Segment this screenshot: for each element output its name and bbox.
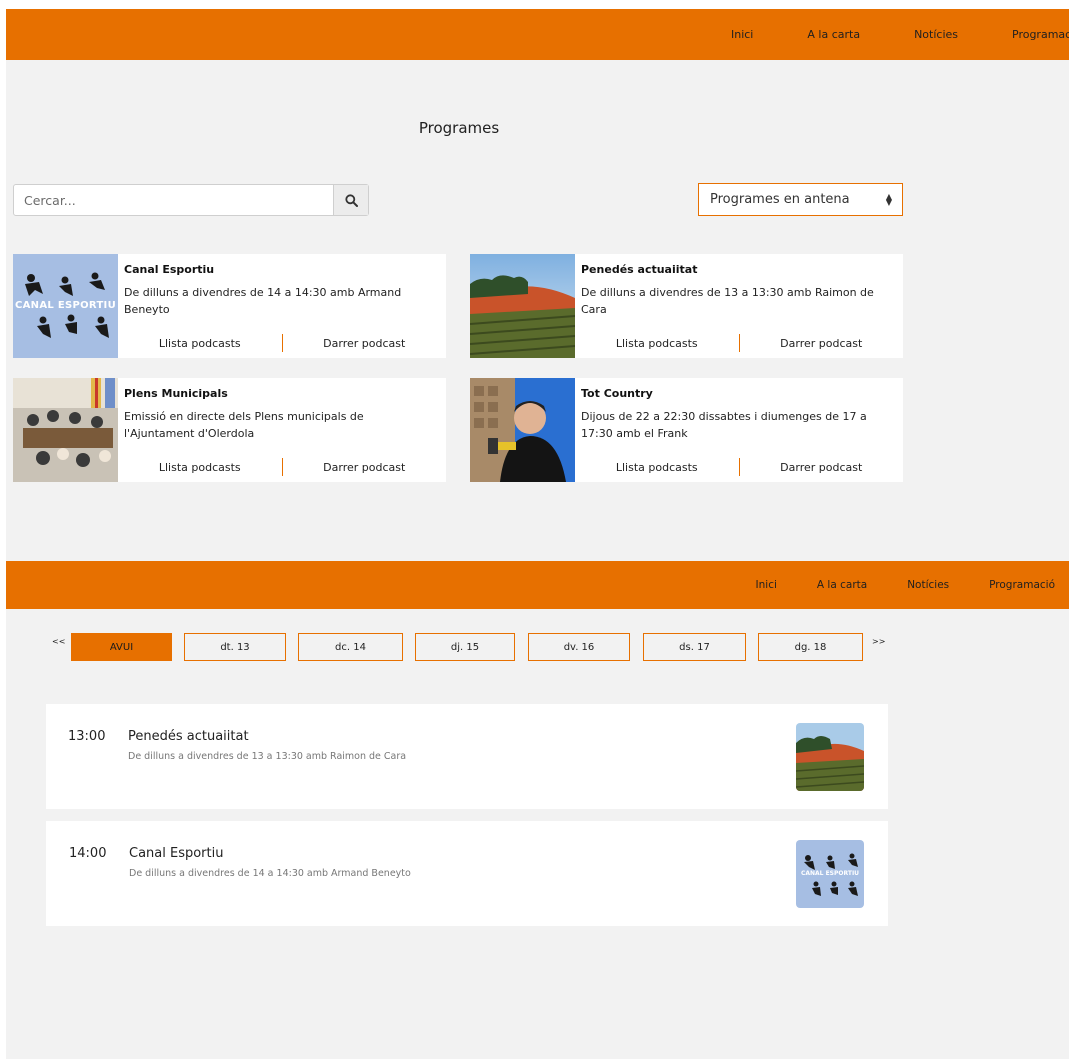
select-arrows-icon: ▲ ▼ (885, 191, 892, 207)
program-description: De dilluns a divendres de 13 a 13:30 amb… (581, 286, 874, 316)
program-card-canal-esportiu: CANAL ESPORTIU Canal Esportiu De dilluns… (13, 254, 446, 358)
day-tab-dv-16[interactable]: dv. 16 (528, 633, 630, 661)
schedule-title[interactable]: Penedés actuaiitat (128, 729, 249, 744)
prev-days-button[interactable]: << (52, 637, 65, 646)
program-title[interactable]: Plens Municipals (124, 387, 436, 400)
search-input[interactable] (14, 185, 333, 215)
nav-item-a-la-carta[interactable]: A la carta (817, 579, 867, 591)
nav-item-noticies[interactable]: Notícies (914, 28, 958, 41)
nav-item-noticies[interactable]: Notícies (907, 579, 949, 591)
day-tab-dg-18[interactable]: dg. 18 (758, 633, 863, 661)
page-title: Programes (418, 119, 500, 137)
program-card-plens-municipals: Plens Municipals Emissió en directe dels… (13, 378, 446, 482)
page: Inici A la carta Notícies Programació Pr… (6, 9, 1069, 1059)
program-title[interactable]: Canal Esportiu (124, 263, 436, 276)
program-description: Dijous de 22 a 22:30 dissabtes i diumeng… (581, 410, 867, 440)
top-nav-bar: Inici A la carta Notícies Programació (6, 9, 1069, 60)
nav-item-programacio[interactable]: Programació (989, 579, 1055, 591)
program-title[interactable]: Tot Country (581, 387, 893, 400)
schedule-thumbnail-text: CANAL ESPORTIU (800, 870, 860, 877)
program-image-text: CANAL ESPORTIU (14, 300, 117, 311)
search-button[interactable] (333, 185, 368, 215)
nav-item-inici[interactable]: Inici (756, 579, 777, 591)
latest-podcast-link[interactable]: Darrer podcast (283, 337, 447, 350)
program-image[interactable]: CANAL ESPORTIU (13, 254, 118, 358)
schedule-nav-bar: Inici A la carta Notícies Programació (6, 561, 1069, 609)
day-tab-avui[interactable]: AVUI (71, 633, 172, 661)
schedule-description: De dilluns a divendres de 13 a 13:30 amb… (128, 751, 407, 762)
nav-item-a-la-carta[interactable]: A la carta (807, 28, 860, 41)
schedule-description: De dilluns a divendres de 14 a 14:30 amb… (129, 868, 411, 879)
program-card-penedes-actualitat: Penedés actuaiitat De dilluns a divendre… (470, 254, 903, 358)
program-card-tot-country: Tot Country Dijous de 22 a 22:30 dissabt… (470, 378, 903, 482)
schedule-thumbnail[interactable] (796, 723, 864, 791)
podcast-list-link[interactable]: Llista podcasts (575, 461, 739, 474)
program-image[interactable] (470, 254, 575, 358)
latest-podcast-link[interactable]: Darrer podcast (740, 461, 904, 474)
nav-item-programacio[interactable]: Programació (1012, 28, 1069, 41)
program-image[interactable] (470, 378, 575, 482)
program-image[interactable] (13, 378, 118, 482)
program-filter-select[interactable]: Programes en antena ▲ ▼ (698, 183, 903, 216)
schedule-thumbnail[interactable]: CANAL ESPORTIU (796, 840, 864, 908)
search-icon (344, 193, 358, 207)
program-filter-value: Programes en antena (710, 192, 850, 207)
schedule-item: 13:00 Penedés actuaiitat De dilluns a di… (46, 704, 888, 809)
nav-item-inici[interactable]: Inici (731, 28, 753, 41)
search-box (13, 184, 369, 216)
day-tab-ds-17[interactable]: ds. 17 (643, 633, 746, 661)
day-tab-dc-14[interactable]: dc. 14 (298, 633, 403, 661)
schedule-time: 14:00 (69, 846, 107, 861)
podcast-list-link[interactable]: Llista podcasts (118, 337, 282, 350)
program-description: De dilluns a divendres de 14 a 14:30 amb… (124, 286, 402, 316)
schedule-time: 13:00 (68, 729, 106, 744)
program-description: Emissió en directe dels Plens municipals… (124, 410, 364, 440)
day-tab-dt-13[interactable]: dt. 13 (184, 633, 286, 661)
latest-podcast-link[interactable]: Darrer podcast (283, 461, 447, 474)
podcast-list-link[interactable]: Llista podcasts (118, 461, 282, 474)
next-days-button[interactable]: >> (872, 637, 885, 646)
schedule-title[interactable]: Canal Esportiu (129, 846, 223, 861)
schedule-item: 14:00 Canal Esportiu De dilluns a divend… (46, 821, 888, 926)
podcast-list-link[interactable]: Llista podcasts (575, 337, 739, 350)
day-tab-dj-15[interactable]: dj. 15 (415, 633, 515, 661)
program-title[interactable]: Penedés actuaiitat (581, 263, 893, 276)
latest-podcast-link[interactable]: Darrer podcast (740, 337, 904, 350)
